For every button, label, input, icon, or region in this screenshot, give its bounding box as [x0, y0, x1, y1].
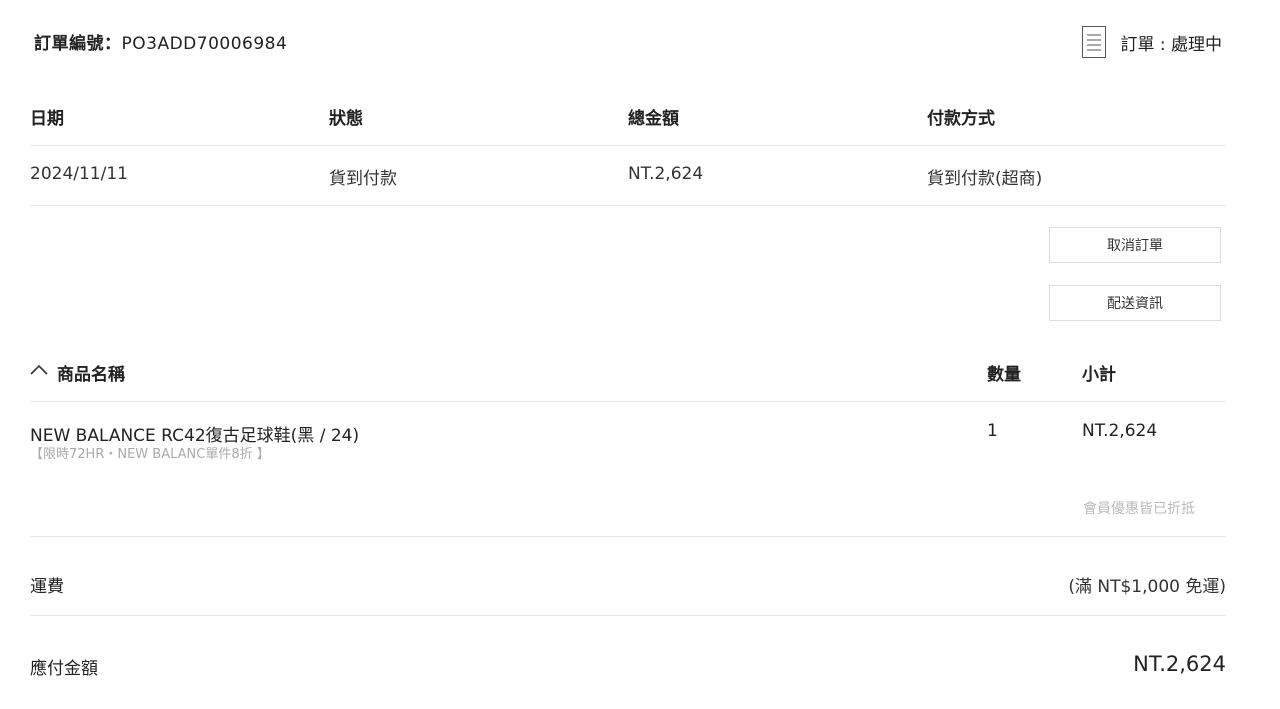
document-icon — [1082, 26, 1107, 58]
shipping-info-button[interactable]: 配送資訊 — [1049, 285, 1221, 321]
product-subtotal: NT.2,624 — [1082, 421, 1158, 441]
amount-due-value: NT.2,624 — [1133, 652, 1226, 676]
member-discount-note: 會員優惠皆已折抵 — [1083, 501, 1195, 517]
divider — [30, 536, 1226, 537]
cancel-order-button[interactable]: 取消訂單 — [1049, 227, 1221, 263]
divider — [30, 145, 1226, 146]
chevron-up-icon[interactable] — [30, 362, 48, 376]
summary-header-total: 總金額 — [628, 109, 679, 129]
product-promo: 【限時72HR・NEW BALANC單件8折 】 — [30, 447, 270, 462]
summary-header-date: 日期 — [30, 109, 64, 129]
summary-date: 2024/11/11 — [30, 164, 128, 184]
product-qty: 1 — [987, 421, 998, 441]
summary-header-status: 狀態 — [329, 109, 363, 129]
product-header-qty: 數量 — [987, 365, 1021, 385]
product-header-subtotal: 小計 — [1082, 365, 1116, 385]
order-status-text: 訂單 : 處理中 — [1120, 34, 1222, 55]
divider — [30, 205, 1226, 206]
summary-payment: 貨到付款(超商) — [927, 169, 1043, 189]
divider — [30, 615, 1226, 616]
product-header-name[interactable]: 商品名稱 — [57, 360, 125, 385]
summary-total: NT.2,624 — [628, 164, 704, 184]
order-number-value: PO3ADD70006984 — [121, 34, 288, 54]
shipping-label: 運費 — [30, 577, 64, 597]
order-number-label: 訂單編號： — [34, 34, 122, 54]
order-number: 訂單編號：PO3ADD70006984 — [34, 29, 287, 54]
summary-status: 貨到付款 — [329, 169, 397, 189]
shipping-value: (滿 NT$1,000 免運) — [1068, 577, 1226, 597]
order-status: 訂單 : 處理中 — [1082, 26, 1222, 58]
amount-due-label: 應付金額 — [30, 659, 98, 679]
divider — [30, 401, 1226, 402]
summary-header-payment: 付款方式 — [927, 109, 995, 129]
